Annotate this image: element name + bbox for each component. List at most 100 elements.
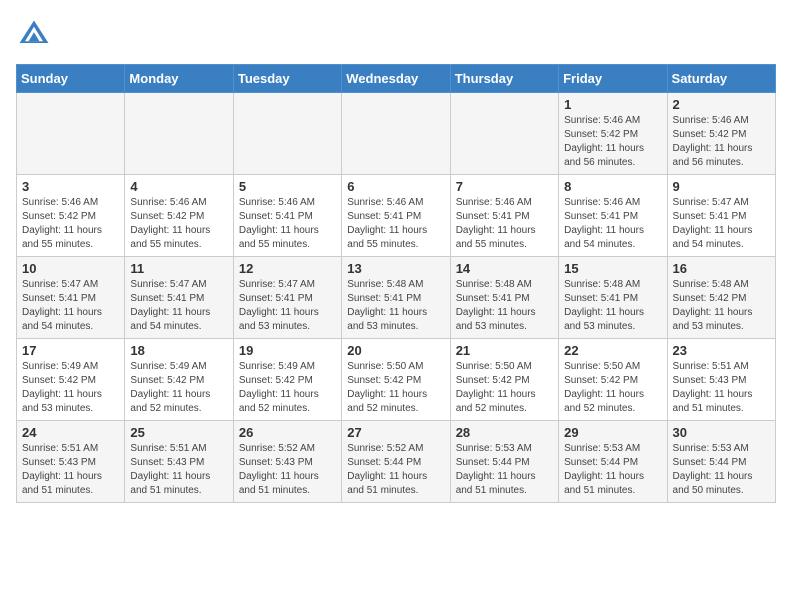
day-info: Sunrise: 5:47 AM Sunset: 5:41 PM Dayligh… bbox=[22, 278, 119, 334]
day-info: Sunrise: 5:46 AM Sunset: 5:41 PM Dayligh… bbox=[456, 196, 553, 252]
calendar-day-cell: 15 Sunrise: 5:48 AM Sunset: 5:41 PM Dayli… bbox=[559, 257, 667, 339]
calendar-day-cell: 4Sunrise: 5:46 AM Sunset: 5:42 PM Daylig… bbox=[125, 175, 233, 257]
day-number: 25 bbox=[130, 425, 227, 440]
day-info: Sunrise: 5:46 AM Sunset: 5:42 PM Dayligh… bbox=[673, 114, 770, 170]
calendar-day-cell: 7 Sunrise: 5:46 AM Sunset: 5:41 PM Daylig… bbox=[450, 175, 558, 257]
calendar-day-cell: 17 Sunrise: 5:49 AM Sunset: 5:42 PM Dayli… bbox=[17, 339, 125, 421]
calendar-day-cell: 2 Sunrise: 5:46 AM Sunset: 5:42 PM Daylig… bbox=[667, 93, 775, 175]
day-number: 15 bbox=[564, 261, 661, 276]
day-number: 20 bbox=[347, 343, 444, 358]
day-info: Sunrise: 5:50 AM Sunset: 5:42 PM Dayligh… bbox=[456, 360, 553, 416]
calendar-day-cell: 28 Sunrise: 5:53 AM Sunset: 5:44 PM Dayli… bbox=[450, 421, 558, 503]
day-info: Sunrise: 5:53 AM Sunset: 5:44 PM Dayligh… bbox=[673, 442, 770, 498]
calendar-day-cell: 10 Sunrise: 5:47 AM Sunset: 5:41 PM Dayli… bbox=[17, 257, 125, 339]
day-number: 6 bbox=[347, 179, 444, 194]
calendar-day-cell: 3 Sunrise: 5:46 AM Sunset: 5:42 PM Daylig… bbox=[17, 175, 125, 257]
day-info: Sunrise: 5:48 AM Sunset: 5:42 PM Dayligh… bbox=[673, 278, 770, 334]
day-info: Sunrise: 5:48 AM Sunset: 5:41 PM Dayligh… bbox=[456, 278, 553, 334]
calendar-day-cell: 23 Sunrise: 5:51 AM Sunset: 5:43 PM Dayli… bbox=[667, 339, 775, 421]
calendar-day-cell: 8 Sunrise: 5:46 AM Sunset: 5:41 PM Daylig… bbox=[559, 175, 667, 257]
day-info: Sunrise: 5:46 AM Sunset: 5:42 PM Dayligh… bbox=[130, 196, 227, 252]
calendar-day-cell: 12Sunrise: 5:47 AM Sunset: 5:41 PM Dayli… bbox=[233, 257, 341, 339]
day-number: 3 bbox=[22, 179, 119, 194]
weekday-header: Thursday bbox=[450, 65, 558, 93]
day-info: Sunrise: 5:49 AM Sunset: 5:42 PM Dayligh… bbox=[239, 360, 336, 416]
calendar-day-cell: 30Sunrise: 5:53 AM Sunset: 5:44 PM Dayli… bbox=[667, 421, 775, 503]
calendar-day-cell: 24Sunrise: 5:51 AM Sunset: 5:43 PM Dayli… bbox=[17, 421, 125, 503]
calendar-day-cell bbox=[233, 93, 341, 175]
day-info: Sunrise: 5:50 AM Sunset: 5:42 PM Dayligh… bbox=[347, 360, 444, 416]
weekday-header: Friday bbox=[559, 65, 667, 93]
calendar-day-cell: 1 Sunrise: 5:46 AM Sunset: 5:42 PM Daylig… bbox=[559, 93, 667, 175]
day-number: 26 bbox=[239, 425, 336, 440]
day-number: 22 bbox=[564, 343, 661, 358]
day-number: 14 bbox=[456, 261, 553, 276]
day-info: Sunrise: 5:46 AM Sunset: 5:42 PM Dayligh… bbox=[564, 114, 661, 170]
calendar-day-cell: 21 Sunrise: 5:50 AM Sunset: 5:42 PM Dayli… bbox=[450, 339, 558, 421]
calendar-week-row: 24Sunrise: 5:51 AM Sunset: 5:43 PM Dayli… bbox=[17, 421, 776, 503]
calendar-day-cell bbox=[125, 93, 233, 175]
day-info: Sunrise: 5:53 AM Sunset: 5:44 PM Dayligh… bbox=[456, 442, 553, 498]
day-info: Sunrise: 5:47 AM Sunset: 5:41 PM Dayligh… bbox=[130, 278, 227, 334]
calendar-day-cell: 5 Sunrise: 5:46 AM Sunset: 5:41 PM Daylig… bbox=[233, 175, 341, 257]
day-number: 27 bbox=[347, 425, 444, 440]
weekday-header: Saturday bbox=[667, 65, 775, 93]
calendar-week-row: 3 Sunrise: 5:46 AM Sunset: 5:42 PM Daylig… bbox=[17, 175, 776, 257]
calendar-day-cell: 14 Sunrise: 5:48 AM Sunset: 5:41 PM Dayli… bbox=[450, 257, 558, 339]
calendar-week-row: 10 Sunrise: 5:47 AM Sunset: 5:41 PM Dayli… bbox=[17, 257, 776, 339]
day-number: 13 bbox=[347, 261, 444, 276]
day-number: 28 bbox=[456, 425, 553, 440]
calendar-day-cell: 25 Sunrise: 5:51 AM Sunset: 5:43 PM Dayli… bbox=[125, 421, 233, 503]
day-number: 10 bbox=[22, 261, 119, 276]
calendar-day-cell: 26 Sunrise: 5:52 AM Sunset: 5:43 PM Dayli… bbox=[233, 421, 341, 503]
logo bbox=[16, 16, 58, 52]
day-number: 8 bbox=[564, 179, 661, 194]
calendar-day-cell: 27Sunrise: 5:52 AM Sunset: 5:44 PM Dayli… bbox=[342, 421, 450, 503]
calendar-day-cell: 19 Sunrise: 5:49 AM Sunset: 5:42 PM Dayli… bbox=[233, 339, 341, 421]
calendar-day-cell: 9 Sunrise: 5:47 AM Sunset: 5:41 PM Daylig… bbox=[667, 175, 775, 257]
calendar-week-row: 1 Sunrise: 5:46 AM Sunset: 5:42 PM Daylig… bbox=[17, 93, 776, 175]
calendar-day-cell: 29Sunrise: 5:53 AM Sunset: 5:44 PM Dayli… bbox=[559, 421, 667, 503]
day-number: 7 bbox=[456, 179, 553, 194]
weekday-header: Monday bbox=[125, 65, 233, 93]
day-number: 21 bbox=[456, 343, 553, 358]
page-header bbox=[16, 16, 776, 52]
day-number: 29 bbox=[564, 425, 661, 440]
weekday-header: Tuesday bbox=[233, 65, 341, 93]
day-info: Sunrise: 5:46 AM Sunset: 5:41 PM Dayligh… bbox=[239, 196, 336, 252]
day-number: 9 bbox=[673, 179, 770, 194]
day-info: Sunrise: 5:46 AM Sunset: 5:42 PM Dayligh… bbox=[22, 196, 119, 252]
day-info: Sunrise: 5:47 AM Sunset: 5:41 PM Dayligh… bbox=[673, 196, 770, 252]
day-info: Sunrise: 5:46 AM Sunset: 5:41 PM Dayligh… bbox=[564, 196, 661, 252]
calendar-header-row: SundayMondayTuesdayWednesdayThursdayFrid… bbox=[17, 65, 776, 93]
day-number: 23 bbox=[673, 343, 770, 358]
weekday-header: Sunday bbox=[17, 65, 125, 93]
day-info: Sunrise: 5:51 AM Sunset: 5:43 PM Dayligh… bbox=[22, 442, 119, 498]
day-info: Sunrise: 5:48 AM Sunset: 5:41 PM Dayligh… bbox=[564, 278, 661, 334]
day-info: Sunrise: 5:51 AM Sunset: 5:43 PM Dayligh… bbox=[673, 360, 770, 416]
calendar-day-cell: 22Sunrise: 5:50 AM Sunset: 5:42 PM Dayli… bbox=[559, 339, 667, 421]
day-info: Sunrise: 5:49 AM Sunset: 5:42 PM Dayligh… bbox=[130, 360, 227, 416]
calendar-week-row: 17 Sunrise: 5:49 AM Sunset: 5:42 PM Dayli… bbox=[17, 339, 776, 421]
day-number: 19 bbox=[239, 343, 336, 358]
calendar-table: SundayMondayTuesdayWednesdayThursdayFrid… bbox=[16, 64, 776, 503]
day-info: Sunrise: 5:51 AM Sunset: 5:43 PM Dayligh… bbox=[130, 442, 227, 498]
logo-icon bbox=[16, 16, 52, 52]
day-info: Sunrise: 5:52 AM Sunset: 5:43 PM Dayligh… bbox=[239, 442, 336, 498]
calendar-day-cell: 16Sunrise: 5:48 AM Sunset: 5:42 PM Dayli… bbox=[667, 257, 775, 339]
day-number: 12 bbox=[239, 261, 336, 276]
day-number: 5 bbox=[239, 179, 336, 194]
calendar-day-cell bbox=[450, 93, 558, 175]
calendar-day-cell: 20 Sunrise: 5:50 AM Sunset: 5:42 PM Dayli… bbox=[342, 339, 450, 421]
day-number: 18 bbox=[130, 343, 227, 358]
day-info: Sunrise: 5:46 AM Sunset: 5:41 PM Dayligh… bbox=[347, 196, 444, 252]
day-number: 17 bbox=[22, 343, 119, 358]
weekday-header: Wednesday bbox=[342, 65, 450, 93]
calendar-day-cell: 6 Sunrise: 5:46 AM Sunset: 5:41 PM Daylig… bbox=[342, 175, 450, 257]
calendar-day-cell: 11 Sunrise: 5:47 AM Sunset: 5:41 PM Dayli… bbox=[125, 257, 233, 339]
day-number: 1 bbox=[564, 97, 661, 112]
day-info: Sunrise: 5:49 AM Sunset: 5:42 PM Dayligh… bbox=[22, 360, 119, 416]
day-number: 2 bbox=[673, 97, 770, 112]
calendar-day-cell bbox=[342, 93, 450, 175]
day-number: 11 bbox=[130, 261, 227, 276]
